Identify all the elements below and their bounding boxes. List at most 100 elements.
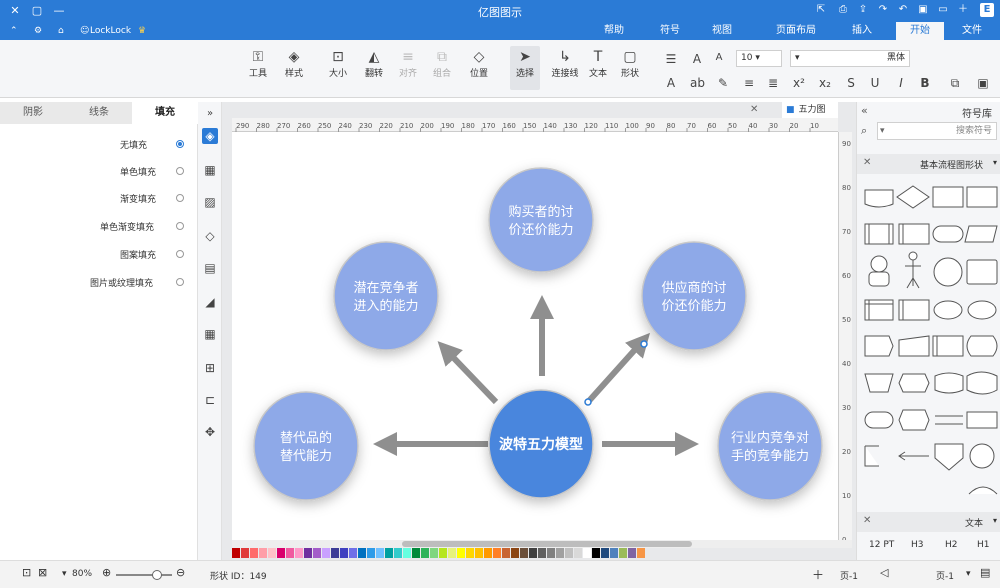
color-swatch[interactable] bbox=[286, 548, 294, 558]
tools-button[interactable]: ⚿ 工具 bbox=[246, 48, 270, 79]
shape-gallery[interactable] bbox=[861, 182, 999, 510]
selection-handle[interactable] bbox=[584, 398, 592, 406]
page-nav-label[interactable]: 页-1 bbox=[936, 569, 954, 582]
color-swatch[interactable] bbox=[421, 548, 429, 558]
fill-option-gradient[interactable]: 渐变填充 bbox=[120, 192, 156, 205]
scroll-thumb[interactable] bbox=[402, 541, 692, 547]
fill-option-pattern[interactable]: 图案填充 bbox=[120, 248, 156, 261]
search-input[interactable]: ▾ 搜索符号 bbox=[877, 122, 997, 140]
tab-symbols[interactable]: 符号 bbox=[652, 22, 688, 40]
drawing-page[interactable]: 购买者的讨 价还价能力 潜在竞争者 进入的能力 供应商的讨 价还价能力 替代品的… bbox=[232, 132, 838, 540]
color-swatch[interactable] bbox=[412, 548, 420, 558]
close-doc-icon[interactable]: ✕ bbox=[750, 104, 762, 116]
fit-icon[interactable]: ✥ bbox=[202, 424, 218, 440]
color-swatch[interactable] bbox=[493, 548, 501, 558]
zoom-level[interactable]: 80% bbox=[72, 569, 92, 579]
highlight-icon[interactable]: ✎ bbox=[716, 76, 730, 90]
horizontal-scrollbar[interactable] bbox=[232, 540, 852, 548]
color-swatch[interactable] bbox=[313, 548, 321, 558]
page-list-icon[interactable]: ▤ bbox=[980, 566, 990, 579]
five-forces-diagram[interactable]: 购买者的讨 价还价能力 潜在竞争者 进入的能力 供应商的讨 价还价能力 替代品的… bbox=[232, 132, 838, 540]
color-swatch[interactable] bbox=[538, 548, 546, 558]
color-swatch[interactable] bbox=[583, 548, 591, 558]
fit-page-icon[interactable]: ⊠ bbox=[38, 566, 47, 579]
close-icon[interactable]: ✕ bbox=[6, 2, 24, 20]
open-icon[interactable]: ▭ bbox=[936, 3, 950, 17]
collapse-right-icon[interactable]: « bbox=[861, 104, 868, 117]
color-swatch[interactable] bbox=[502, 548, 510, 558]
color-swatch[interactable] bbox=[340, 548, 348, 558]
save-icon[interactable]: ▣ bbox=[916, 3, 930, 17]
zoom-slider[interactable] bbox=[116, 570, 172, 580]
fill-option-mono-gradient[interactable]: 单色渐变填充 bbox=[100, 220, 154, 233]
close-library-icon[interactable]: ✕ bbox=[863, 157, 871, 168]
image-icon[interactable]: ▨ bbox=[202, 194, 218, 210]
page-nav-dropdown-icon[interactable]: ▾ bbox=[966, 569, 971, 579]
text-button[interactable]: T 文本 bbox=[586, 48, 610, 79]
underline-icon[interactable]: U bbox=[868, 76, 882, 90]
copy-icon[interactable]: ⧉ bbox=[948, 76, 962, 91]
font-name-select[interactable]: ▾ 黑体 bbox=[790, 50, 910, 67]
layers-icon[interactable]: ◇ bbox=[202, 228, 218, 244]
fill-icon[interactable]: ◈ bbox=[202, 128, 218, 144]
undo-icon[interactable]: ↶ bbox=[896, 3, 910, 17]
fill-option-radio[interactable] bbox=[176, 140, 184, 148]
table-icon[interactable]: ▦ bbox=[202, 326, 218, 342]
fill-option-solid[interactable]: 单色填充 bbox=[120, 165, 156, 178]
page-tab[interactable]: 页-1 bbox=[840, 569, 858, 582]
up-icon[interactable]: ⌃ bbox=[10, 23, 18, 39]
fullscreen-icon[interactable]: ⊡ bbox=[22, 566, 31, 579]
position-button[interactable]: ◇ 位置 bbox=[466, 48, 492, 79]
export-icon[interactable]: ⇪ bbox=[856, 3, 870, 17]
superscript-icon[interactable]: x² bbox=[792, 76, 806, 90]
tab-home[interactable]: 开始 bbox=[896, 22, 944, 40]
grid-icon[interactable]: ▦ bbox=[202, 162, 218, 178]
select-button[interactable]: ➤ 选择 bbox=[510, 46, 540, 90]
library-header[interactable]: ✕ 基本流程图形状 ▾ bbox=[857, 154, 1000, 174]
tab-line[interactable]: 线条 bbox=[66, 102, 132, 124]
color-swatch[interactable] bbox=[241, 548, 249, 558]
align-button[interactable]: ≡ 对齐 bbox=[396, 48, 420, 79]
print-icon[interactable]: ⎙ bbox=[836, 3, 850, 17]
strikethrough-icon[interactable]: S bbox=[844, 76, 858, 90]
color-palette[interactable] bbox=[232, 548, 852, 560]
flip-button[interactable]: ◭ 翻转 bbox=[362, 48, 386, 79]
color-swatch[interactable] bbox=[619, 548, 627, 558]
fill-option-radio[interactable] bbox=[176, 194, 184, 202]
color-swatch[interactable] bbox=[268, 548, 276, 558]
color-swatch[interactable] bbox=[349, 548, 357, 558]
redo-icon[interactable]: ↷ bbox=[876, 3, 890, 17]
tab-fill[interactable]: 填充 bbox=[132, 102, 198, 124]
tab-help[interactable]: 帮助 bbox=[596, 22, 632, 40]
home-icon[interactable]: ⌂ bbox=[58, 23, 64, 39]
chart-icon[interactable]: ◢ bbox=[202, 294, 218, 310]
paste-icon[interactable]: ▣ bbox=[976, 76, 990, 90]
fill-option-radio[interactable] bbox=[176, 278, 184, 286]
subscript-icon[interactable]: x₂ bbox=[818, 76, 832, 90]
case-icon[interactable]: ab bbox=[690, 76, 705, 90]
color-swatch[interactable] bbox=[511, 548, 519, 558]
font-grow-icon[interactable]: A bbox=[690, 52, 704, 66]
node-lower-left[interactable]: 替代品的 替代能力 bbox=[253, 391, 359, 501]
text-style-h1[interactable]: H1 bbox=[977, 540, 990, 550]
font-size-select[interactable]: 10 ▾ bbox=[736, 50, 782, 67]
color-swatch[interactable] bbox=[358, 548, 366, 558]
zoom-dropdown-icon[interactable]: ▾ bbox=[62, 569, 67, 579]
italic-icon[interactable]: I bbox=[894, 76, 908, 90]
color-swatch[interactable] bbox=[232, 548, 240, 558]
color-swatch[interactable] bbox=[592, 548, 600, 558]
size-button[interactable]: ⊡ 大小 bbox=[326, 48, 350, 79]
outline-icon[interactable]: ⊏ bbox=[202, 392, 218, 408]
color-swatch[interactable] bbox=[475, 548, 483, 558]
color-swatch[interactable] bbox=[547, 548, 555, 558]
color-swatch[interactable] bbox=[466, 548, 474, 558]
font-color-icon[interactable]: A bbox=[664, 76, 678, 90]
add-page-icon[interactable]: ＋ bbox=[812, 566, 824, 583]
color-swatch[interactable] bbox=[304, 548, 312, 558]
fill-option-radio[interactable] bbox=[176, 250, 184, 258]
page-settings-icon[interactable]: ◁ bbox=[880, 566, 888, 579]
color-swatch[interactable] bbox=[574, 548, 582, 558]
color-swatch[interactable] bbox=[367, 548, 375, 558]
user-icon[interactable]: ☺ bbox=[80, 23, 89, 39]
bold-icon[interactable]: B bbox=[918, 76, 932, 90]
